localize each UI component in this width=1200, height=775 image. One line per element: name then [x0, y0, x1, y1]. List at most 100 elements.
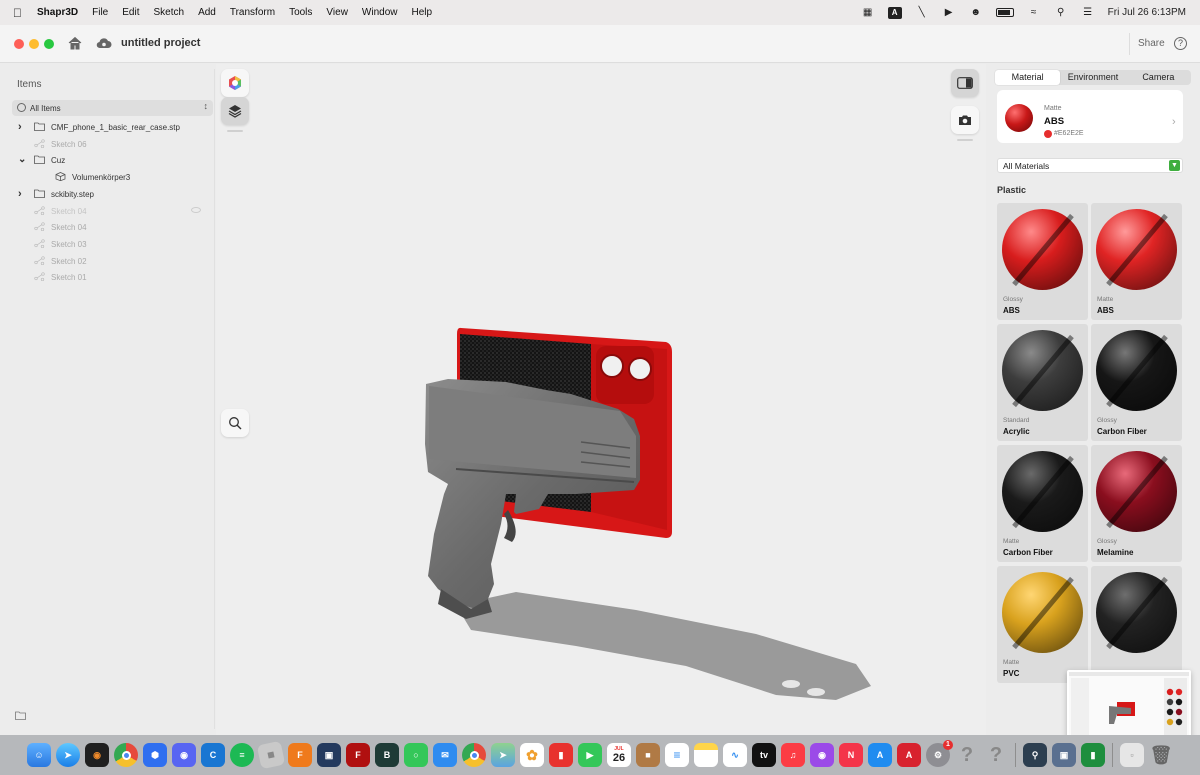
app-store-icon[interactable]: A [868, 743, 892, 767]
project-title[interactable]: untitled project [121, 37, 200, 49]
chrome-icon[interactable] [114, 743, 138, 767]
material-card[interactable] [1091, 566, 1182, 683]
items-filter-select[interactable]: All Items ↕ [12, 100, 213, 116]
chevron-down-icon[interactable]: ⌄ [18, 155, 26, 165]
music-icon[interactable]: ♫ [781, 743, 805, 767]
maps-icon[interactable]: ➤ [491, 743, 515, 767]
numbers-icon[interactable]: ▮ [1081, 743, 1105, 767]
news-icon[interactable]: N [839, 743, 863, 767]
menu-transform[interactable]: Transform [230, 7, 275, 18]
tree-row[interactable]: › CMF_phone_1_basic_rear_case.stp [6, 119, 215, 135]
menu-help[interactable]: Help [412, 7, 433, 18]
chevron-right-icon[interactable]: › [18, 122, 26, 133]
material-card[interactable]: Glossy ABS [997, 203, 1088, 320]
tree-row[interactable]: Sketch 01 [6, 269, 215, 285]
photos-icon[interactable]: ✿ [520, 743, 544, 767]
reminders-icon[interactable]: ≡ [665, 743, 689, 767]
c-app-icon[interactable]: C [201, 743, 225, 767]
preview-icon[interactable]: ⚲ [1023, 743, 1047, 767]
apple-tv-icon[interactable]: tv [752, 743, 776, 767]
tree-row[interactable]: Sketch 03 [6, 236, 215, 252]
unknown-app-icon[interactable]: ? [984, 743, 1008, 767]
wifi-icon[interactable]: ≈ [1027, 7, 1041, 19]
menu-add[interactable]: Add [198, 7, 216, 18]
input-source-icon[interactable]: A [887, 6, 902, 19]
tree-row[interactable]: ⌄ Cuz [6, 152, 215, 168]
tree-row[interactable]: Sketch 06 [6, 136, 215, 152]
material-card[interactable]: Matte PVC [997, 566, 1088, 683]
clock[interactable]: Fri Jul 26 6:13PM [1108, 7, 1186, 18]
search-icon[interactable]: ⚲ [1054, 7, 1068, 19]
home-icon[interactable] [68, 36, 82, 50]
visibility-eye-icon[interactable] [191, 206, 201, 213]
menu-sketch[interactable]: Sketch [153, 7, 184, 18]
material-card[interactable]: Matte Carbon Fiber [997, 445, 1088, 562]
trash-icon[interactable]: 🗑 [1149, 743, 1173, 767]
apple-menu-icon[interactable]:  [13, 6, 27, 20]
mail-icon[interactable]: ✉ [433, 743, 457, 767]
body-cube-icon [55, 172, 66, 182]
tab-camera[interactable]: Camera [1126, 70, 1191, 85]
material-card[interactable]: Matte ABS [1091, 203, 1182, 320]
blender-icon[interactable]: ◉ [85, 743, 109, 767]
notes-icon[interactable] [694, 743, 718, 767]
material-card[interactable]: Standard Acrylic [997, 324, 1088, 441]
roblox-icon[interactable] [256, 740, 286, 770]
cloud-sync-icon[interactable] [96, 37, 112, 49]
tree-row[interactable]: › sckibity.step [6, 186, 215, 202]
share-button[interactable]: Share [1129, 33, 1173, 55]
unknown-app-icon[interactable]: ? [955, 743, 979, 767]
shapr3d-icon[interactable]: ⬢ [143, 743, 167, 767]
finder-icon[interactable]: ☺ [27, 743, 51, 767]
tab-environment[interactable]: Environment [1060, 70, 1125, 85]
control-center-icon[interactable]: ☰ [1081, 7, 1095, 19]
title-bar: untitled project Share ? [0, 25, 1200, 63]
tab-material[interactable]: Material [995, 70, 1061, 85]
discord-icon[interactable]: ◉ [172, 743, 196, 767]
tree-row[interactable]: Volumenkörper3 [6, 169, 215, 185]
chevron-right-icon[interactable]: › [18, 188, 26, 199]
calendar-icon[interactable]: JUL 26 [607, 743, 631, 767]
battery-icon[interactable] [995, 8, 1014, 17]
help-icon[interactable]: ? [1174, 37, 1187, 50]
spotify-icon[interactable]: ≡ [230, 743, 254, 767]
box-icon[interactable]: ■ [636, 743, 660, 767]
material-library-select[interactable]: All Materials ▼ [997, 158, 1183, 173]
downloads-folder-icon[interactable]: ▫ [1120, 743, 1144, 767]
menu-edit[interactable]: Edit [122, 7, 139, 18]
pen-icon[interactable]: ╲ [915, 7, 929, 19]
minimize-window-button[interactable] [29, 39, 39, 49]
safari-icon[interactable]: ➤ [56, 743, 80, 767]
messages-icon[interactable]: ○ [404, 743, 428, 767]
ferrari-icon[interactable]: ▮ [549, 743, 573, 767]
podcasts-icon[interactable]: ◉ [810, 743, 834, 767]
close-window-button[interactable] [14, 39, 24, 49]
user-icon[interactable]: ☻ [969, 7, 983, 19]
tree-row[interactable]: Sketch 04 [6, 203, 215, 219]
framer-icon[interactable]: ▣ [317, 743, 341, 767]
system-settings-icon[interactable]: ⚙ 1 [926, 740, 953, 767]
app-menu[interactable]: Shapr3D [37, 7, 78, 18]
material-card[interactable]: Glossy Carbon Fiber [1091, 324, 1182, 441]
3d-viewport[interactable] [216, 64, 986, 735]
new-folder-icon[interactable] [15, 711, 26, 720]
menu-file[interactable]: File [92, 7, 108, 18]
material-card[interactable]: Glossy Melamine [1091, 445, 1182, 562]
current-material-card[interactable]: Matte ABS #E62E2E › [997, 90, 1183, 143]
autocad-icon[interactable]: A [897, 743, 921, 767]
bambu-icon[interactable]: B [375, 743, 399, 767]
menu-window[interactable]: Window [362, 7, 398, 18]
chrome-alt-icon[interactable] [462, 743, 486, 767]
freeform-icon[interactable]: ∿ [723, 743, 747, 767]
control-center-alt-icon[interactable]: ▦ [861, 7, 875, 19]
fusion-icon[interactable]: F [288, 743, 312, 767]
play-icon[interactable]: ▶ [942, 7, 956, 19]
fiji-icon[interactable]: F [346, 743, 370, 767]
screenshot-app-icon[interactable]: ▣ [1052, 743, 1076, 767]
tree-row[interactable]: Sketch 02 [6, 253, 215, 269]
menu-tools[interactable]: Tools [289, 7, 312, 18]
tree-row[interactable]: Sketch 04 [6, 219, 215, 235]
facetime-icon[interactable]: ▶ [578, 743, 602, 767]
zoom-window-button[interactable] [44, 39, 54, 49]
menu-view[interactable]: View [326, 7, 348, 18]
